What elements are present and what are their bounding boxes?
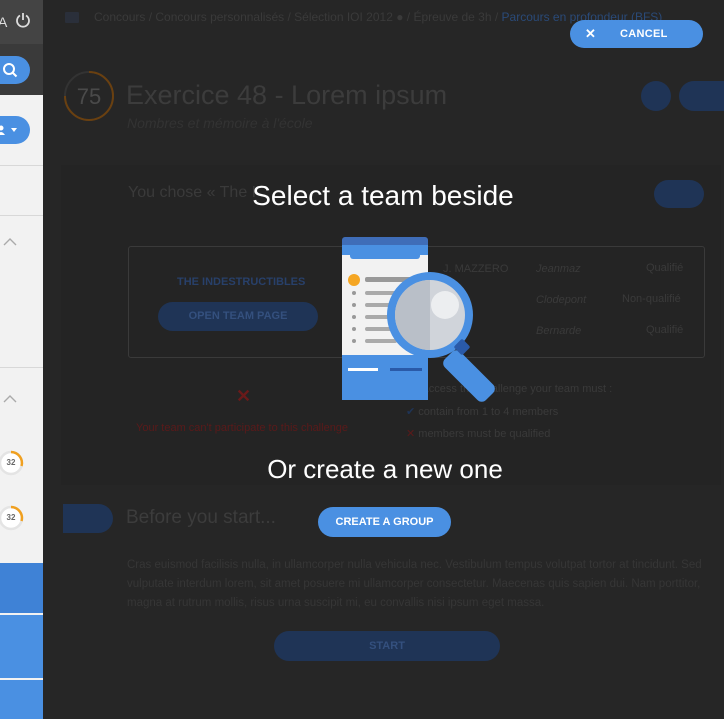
member-status: Qualifié <box>646 324 684 336</box>
breadcrumb-item[interactable]: Concours <box>94 10 145 24</box>
member-login: Bernarde <box>536 325 582 337</box>
rule-item: ✕ members must be qualified <box>406 427 550 440</box>
create-group-button[interactable]: CREATE A GROUP <box>318 507 451 537</box>
team-menu-button[interactable] <box>0 116 30 144</box>
sidebar-item-active[interactable] <box>0 563 43 613</box>
score-value: 75 <box>76 84 102 109</box>
page-title: Exercice 48 - Lorem ipsum <box>126 80 448 110</box>
member-status: Non-qualifié <box>622 293 681 305</box>
edit-button[interactable] <box>641 81 671 111</box>
sidebar-divider <box>0 215 43 216</box>
search-icon <box>3 63 18 78</box>
book-icon <box>63 504 113 533</box>
sidebar-item[interactable] <box>0 615 43 678</box>
progress-value: 32 <box>6 513 16 522</box>
member-login: Jeanmaz <box>536 263 581 275</box>
instructions-text: Cras euismod facilisis nulla, in ullamco… <box>127 559 702 609</box>
team-name: THE INDESTRUCTIBLES <box>177 276 306 288</box>
modal-title: Select a team beside <box>252 180 514 211</box>
error-x-icon: ✕ <box>236 386 252 406</box>
score-ring: 75 <box>63 70 115 122</box>
document-search-illustration <box>342 237 495 402</box>
sidebar-divider <box>0 367 43 368</box>
chevron-up-icon[interactable] <box>3 237 17 247</box>
team-ineligible-message: Your team can't participate to this chal… <box>136 422 349 434</box>
breadcrumb-item[interactable]: Sélection IOI 2012 <box>294 10 393 24</box>
sidebar: A 32 32 <box>0 0 43 719</box>
breadcrumb-item[interactable]: Concours personnalisés <box>155 10 284 24</box>
power-icon[interactable] <box>15 12 31 28</box>
cancel-button[interactable]: ✕ CANCEL <box>570 20 703 48</box>
cross-icon: ✕ <box>406 428 416 440</box>
breadcrumb-item[interactable]: Épreuve de 3h <box>413 10 491 24</box>
start-button[interactable]: START <box>274 631 500 661</box>
search-button[interactable] <box>0 56 30 84</box>
progress-ring: 32 <box>0 504 25 532</box>
member-status: Qualifié <box>646 262 684 274</box>
open-team-page-button[interactable]: OPEN TEAM PAGE <box>158 302 318 331</box>
sidebar-item[interactable] <box>0 680 43 719</box>
modal-or-text: Or create a new one <box>267 454 503 484</box>
chevron-up-icon[interactable] <box>3 394 17 404</box>
page-subtitle: Nombres et mémoire à l'école <box>127 115 313 131</box>
user-initial: A <box>0 14 8 30</box>
rule-text: members must be qualified <box>418 428 551 440</box>
cancel-label: CANCEL <box>620 28 668 40</box>
section-title: Before you start... <box>126 507 276 528</box>
sidebar-header: A <box>0 0 43 44</box>
users-icon <box>0 125 17 135</box>
folder-icon <box>65 12 79 23</box>
member-login: Clodepont <box>536 294 587 306</box>
close-icon: ✕ <box>585 26 596 41</box>
sidebar-divider <box>0 165 43 166</box>
prev-next-nav[interactable] <box>679 81 724 111</box>
